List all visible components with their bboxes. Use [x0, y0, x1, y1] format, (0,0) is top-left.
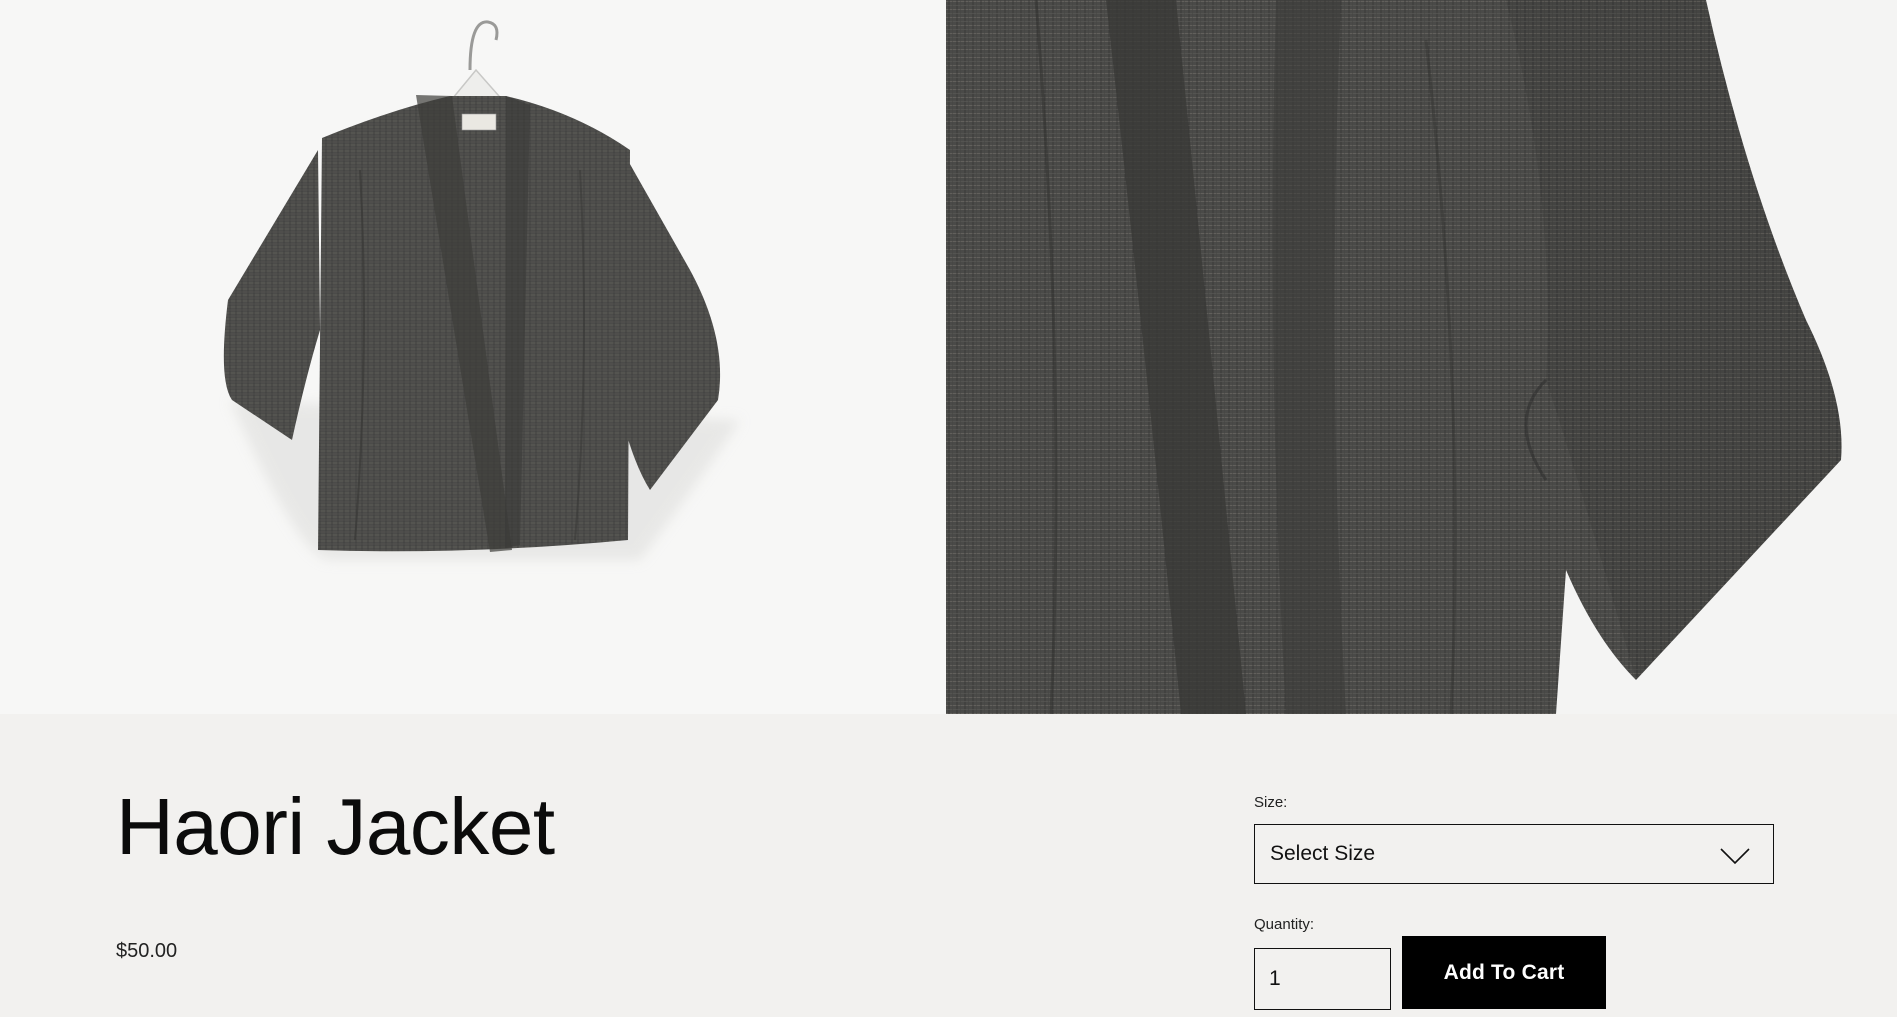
product-details: Haori Jacket $50.00 Size: Select Size Qu…: [0, 714, 1897, 1017]
product-image-detail[interactable]: [946, 0, 1897, 714]
size-select[interactable]: Select Size: [1254, 824, 1774, 884]
quantity-label: Quantity:: [1254, 916, 1315, 933]
add-to-cart-button[interactable]: Add To Cart: [1402, 936, 1606, 1009]
quantity-input[interactable]: [1254, 948, 1391, 1010]
product-gallery: [0, 0, 1897, 714]
jacket-on-hanger-photo: [223, 20, 740, 560]
product-image-main[interactable]: [0, 0, 946, 714]
chevron-down-icon: [1719, 847, 1751, 870]
product-title: Haori Jacket: [116, 782, 555, 871]
size-select-value: Select Size: [1270, 842, 1376, 865]
size-label: Size:: [1254, 794, 1288, 811]
product-price: $50.00: [116, 940, 178, 962]
jacket-fabric-closeup-photo: [946, 0, 1897, 714]
